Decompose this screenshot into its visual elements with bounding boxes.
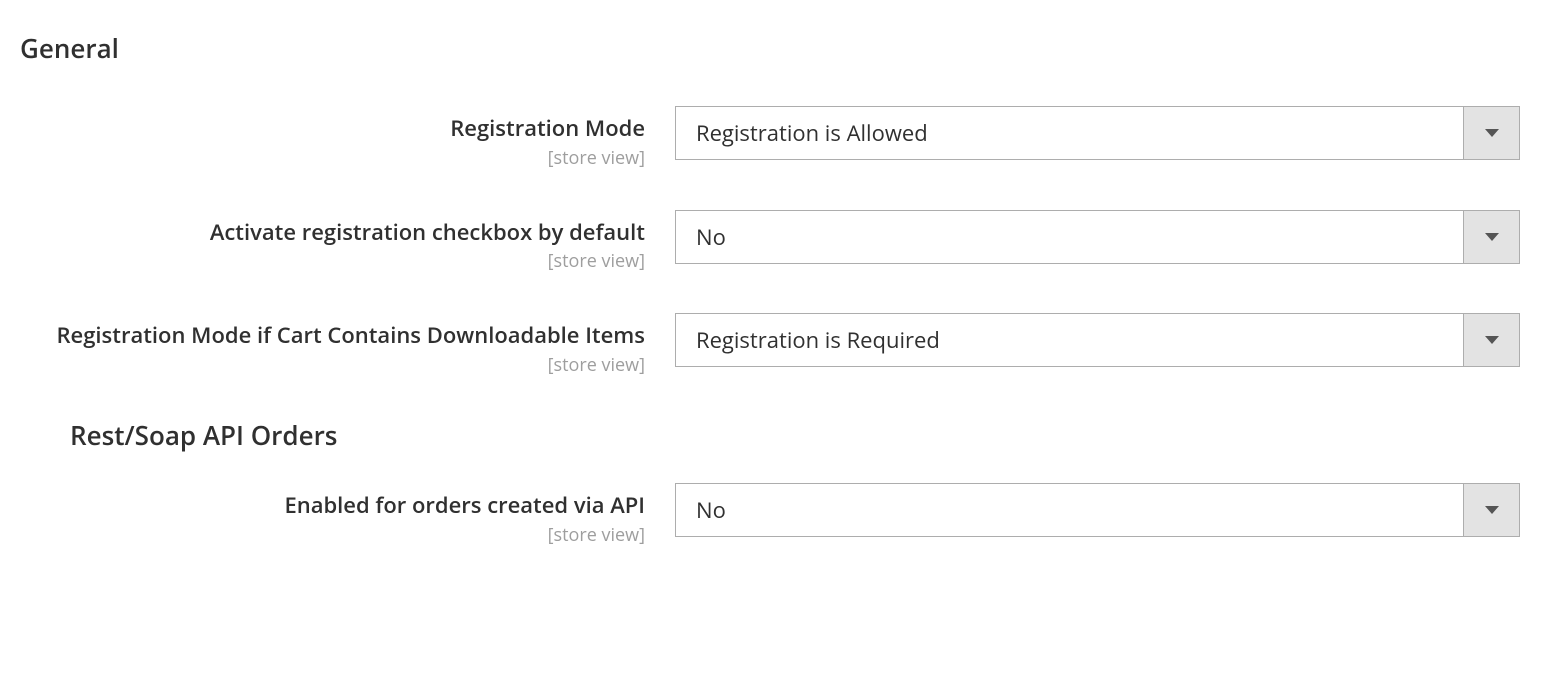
field-row-registration-mode: Registration Mode [store view] Registrat… bbox=[20, 106, 1534, 170]
chevron-down-icon bbox=[1463, 211, 1519, 263]
activate-checkbox-select[interactable]: No bbox=[675, 210, 1520, 264]
control-col: Registration is Required bbox=[675, 313, 1520, 367]
field-scope: [store view] bbox=[20, 146, 645, 170]
registration-mode-select[interactable]: Registration is Allowed bbox=[675, 106, 1520, 160]
field-scope: [store view] bbox=[20, 353, 645, 377]
field-scope: [store view] bbox=[20, 249, 645, 273]
label-col: Registration Mode [store view] bbox=[20, 106, 675, 170]
select-value: No bbox=[676, 211, 1463, 263]
registration-mode-downloadable-select[interactable]: Registration is Required bbox=[675, 313, 1520, 367]
field-row-enabled-api: Enabled for orders created via API [stor… bbox=[20, 483, 1534, 547]
select-value: No bbox=[676, 484, 1463, 536]
chevron-down-icon bbox=[1463, 484, 1519, 536]
field-label-registration-mode-downloadable: Registration Mode if Cart Contains Downl… bbox=[20, 321, 645, 351]
enabled-api-select[interactable]: No bbox=[675, 483, 1520, 537]
field-scope: [store view] bbox=[20, 523, 645, 547]
field-label-enabled-api: Enabled for orders created via API bbox=[20, 491, 645, 521]
label-col: Registration Mode if Cart Contains Downl… bbox=[20, 313, 675, 377]
control-col: Registration is Allowed bbox=[675, 106, 1520, 160]
field-label-registration-mode: Registration Mode bbox=[20, 114, 645, 144]
chevron-down-icon bbox=[1463, 314, 1519, 366]
label-col: Activate registration checkbox by defaul… bbox=[20, 210, 675, 274]
chevron-down-icon bbox=[1463, 107, 1519, 159]
select-value: Registration is Allowed bbox=[676, 107, 1463, 159]
label-col: Enabled for orders created via API [stor… bbox=[20, 483, 675, 547]
field-row-registration-mode-downloadable: Registration Mode if Cart Contains Downl… bbox=[20, 313, 1534, 377]
control-col: No bbox=[675, 483, 1520, 537]
section-title-general: General bbox=[20, 30, 1534, 66]
field-row-activate-checkbox: Activate registration checkbox by defaul… bbox=[20, 210, 1534, 274]
select-value: Registration is Required bbox=[676, 314, 1463, 366]
control-col: No bbox=[675, 210, 1520, 264]
field-label-activate-checkbox: Activate registration checkbox by defaul… bbox=[20, 218, 645, 248]
section-title-api-orders: Rest/Soap API Orders bbox=[70, 417, 1534, 453]
